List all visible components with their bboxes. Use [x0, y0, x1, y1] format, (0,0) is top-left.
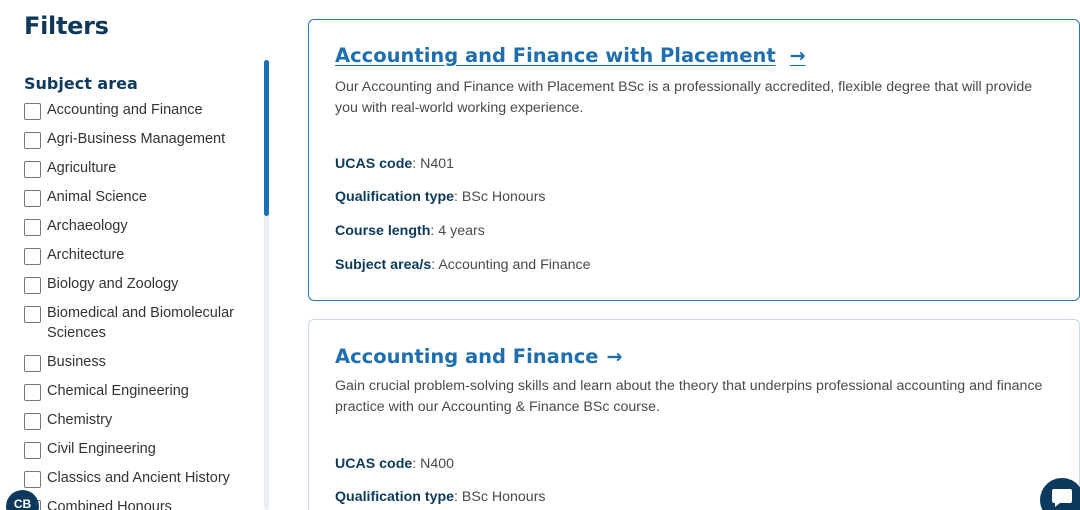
meta-value: : Accounting and Finance: [431, 257, 591, 273]
filter-scrollbar-thumb[interactable]: [264, 60, 269, 216]
course-title[interactable]: Accounting and Finance with Placement: [335, 44, 776, 67]
meta-value: : 4 years: [430, 223, 485, 239]
filter-animal-science[interactable]: Animal Science: [24, 187, 249, 207]
checkbox[interactable]: [24, 442, 41, 459]
filter-business[interactable]: Business: [24, 352, 249, 372]
qualification-type: Qualification type: BSc Honours: [335, 189, 546, 205]
filter-label: Accounting and Finance: [47, 102, 203, 118]
filter-label: Business: [47, 354, 106, 370]
filter-civil-engineering[interactable]: Civil Engineering: [24, 439, 249, 459]
filter-label: Classics and Ancient History: [47, 470, 230, 486]
filter-label: Chemistry: [47, 412, 113, 428]
meta-label: Qualification type: [335, 489, 455, 505]
course-description: Our Accounting and Finance with Placemen…: [335, 79, 1033, 116]
filter-label: Agriculture: [47, 160, 117, 176]
filter-accounting-and-finance[interactable]: Accounting and Finance: [24, 100, 249, 120]
checkbox[interactable]: [24, 103, 41, 120]
checkbox[interactable]: [24, 413, 41, 430]
filter-label: Biology and Zoology: [47, 276, 179, 292]
qualification-type: Qualification type: BSc Honours: [335, 489, 546, 505]
meta-value: : BSc Honours: [454, 489, 546, 505]
meta-label: Subject area/s: [335, 257, 432, 273]
meta-label: Course length: [335, 223, 431, 239]
filter-label: Biomedical and Biomolecular Sciences: [47, 305, 234, 341]
filter-combined-honours[interactable]: Combined Honours: [24, 497, 249, 510]
checkbox[interactable]: [24, 384, 41, 401]
filter-classics-and-ancient-history[interactable]: Classics and Ancient History: [24, 468, 249, 488]
checkbox[interactable]: [24, 219, 41, 236]
filter-label: Chemical Engineering: [47, 383, 189, 399]
filter-architecture[interactable]: Architecture: [24, 245, 249, 265]
checkbox[interactable]: [24, 190, 41, 207]
filter-biomedical-and-biomolecular-sciences[interactable]: Biomedical and Biomolecular Sciences: [24, 303, 249, 343]
ucas-code: UCAS code: N401: [335, 156, 454, 172]
chat-bubble-icon: [1052, 489, 1072, 507]
filter-label: Animal Science: [47, 189, 147, 205]
subject-area-title: Subject area: [24, 74, 138, 93]
checkbox[interactable]: [24, 306, 41, 323]
ucas-code: UCAS code: N400: [335, 456, 454, 472]
filter-biology-and-zoology[interactable]: Biology and Zoology: [24, 274, 249, 294]
checkbox[interactable]: [24, 161, 41, 178]
course-title-link[interactable]: Accounting and Finance with Placement →: [335, 44, 806, 67]
meta-value: : N400: [412, 456, 455, 472]
meta-label: Qualification type: [335, 189, 455, 205]
checkbox[interactable]: [24, 355, 41, 372]
filter-agriculture[interactable]: Agriculture: [24, 158, 249, 178]
meta-value: : N401: [412, 156, 455, 172]
course-title-link[interactable]: Accounting and Finance →: [335, 345, 622, 368]
filter-label: Archaeology: [47, 218, 128, 234]
course-card: Accounting and Finance → Gain crucial pr…: [308, 319, 1080, 510]
course-card: Accounting and Finance with Placement → …: [308, 19, 1080, 301]
filter-chemical-engineering[interactable]: Chemical Engineering: [24, 381, 249, 401]
filter-agri-business-management[interactable]: Agri-Business Management: [24, 129, 249, 149]
course-length: Course length: 4 years: [335, 223, 485, 239]
arrow-right-icon[interactable]: →: [607, 346, 623, 368]
meta-label: UCAS code: [335, 156, 413, 172]
cookie-preferences-label: CB: [13, 497, 32, 510]
filter-chemistry[interactable]: Chemistry: [24, 410, 249, 430]
course-description: Gain crucial problem-solving skills and …: [335, 378, 1043, 415]
meta-value: : BSc Honours: [454, 189, 546, 205]
subject-areas: Subject area/s: Accounting and Finance: [335, 257, 591, 273]
filter-label: Combined Honours: [47, 499, 172, 510]
checkbox[interactable]: [24, 132, 41, 149]
filters-title: Filters: [24, 12, 109, 40]
filter-label: Civil Engineering: [47, 441, 156, 457]
checkbox[interactable]: [24, 471, 41, 488]
subject-filter-list: Accounting and Finance Agri-Business Man…: [24, 100, 249, 510]
filter-label: Architecture: [47, 247, 125, 263]
arrow-right-icon[interactable]: →: [790, 45, 806, 67]
filter-label: Agri-Business Management: [47, 131, 226, 147]
meta-label: UCAS code: [335, 456, 413, 472]
checkbox[interactable]: [24, 248, 41, 265]
filter-archaeology[interactable]: Archaeology: [24, 216, 249, 236]
course-title[interactable]: Accounting and Finance: [335, 345, 599, 368]
checkbox[interactable]: [24, 277, 41, 294]
